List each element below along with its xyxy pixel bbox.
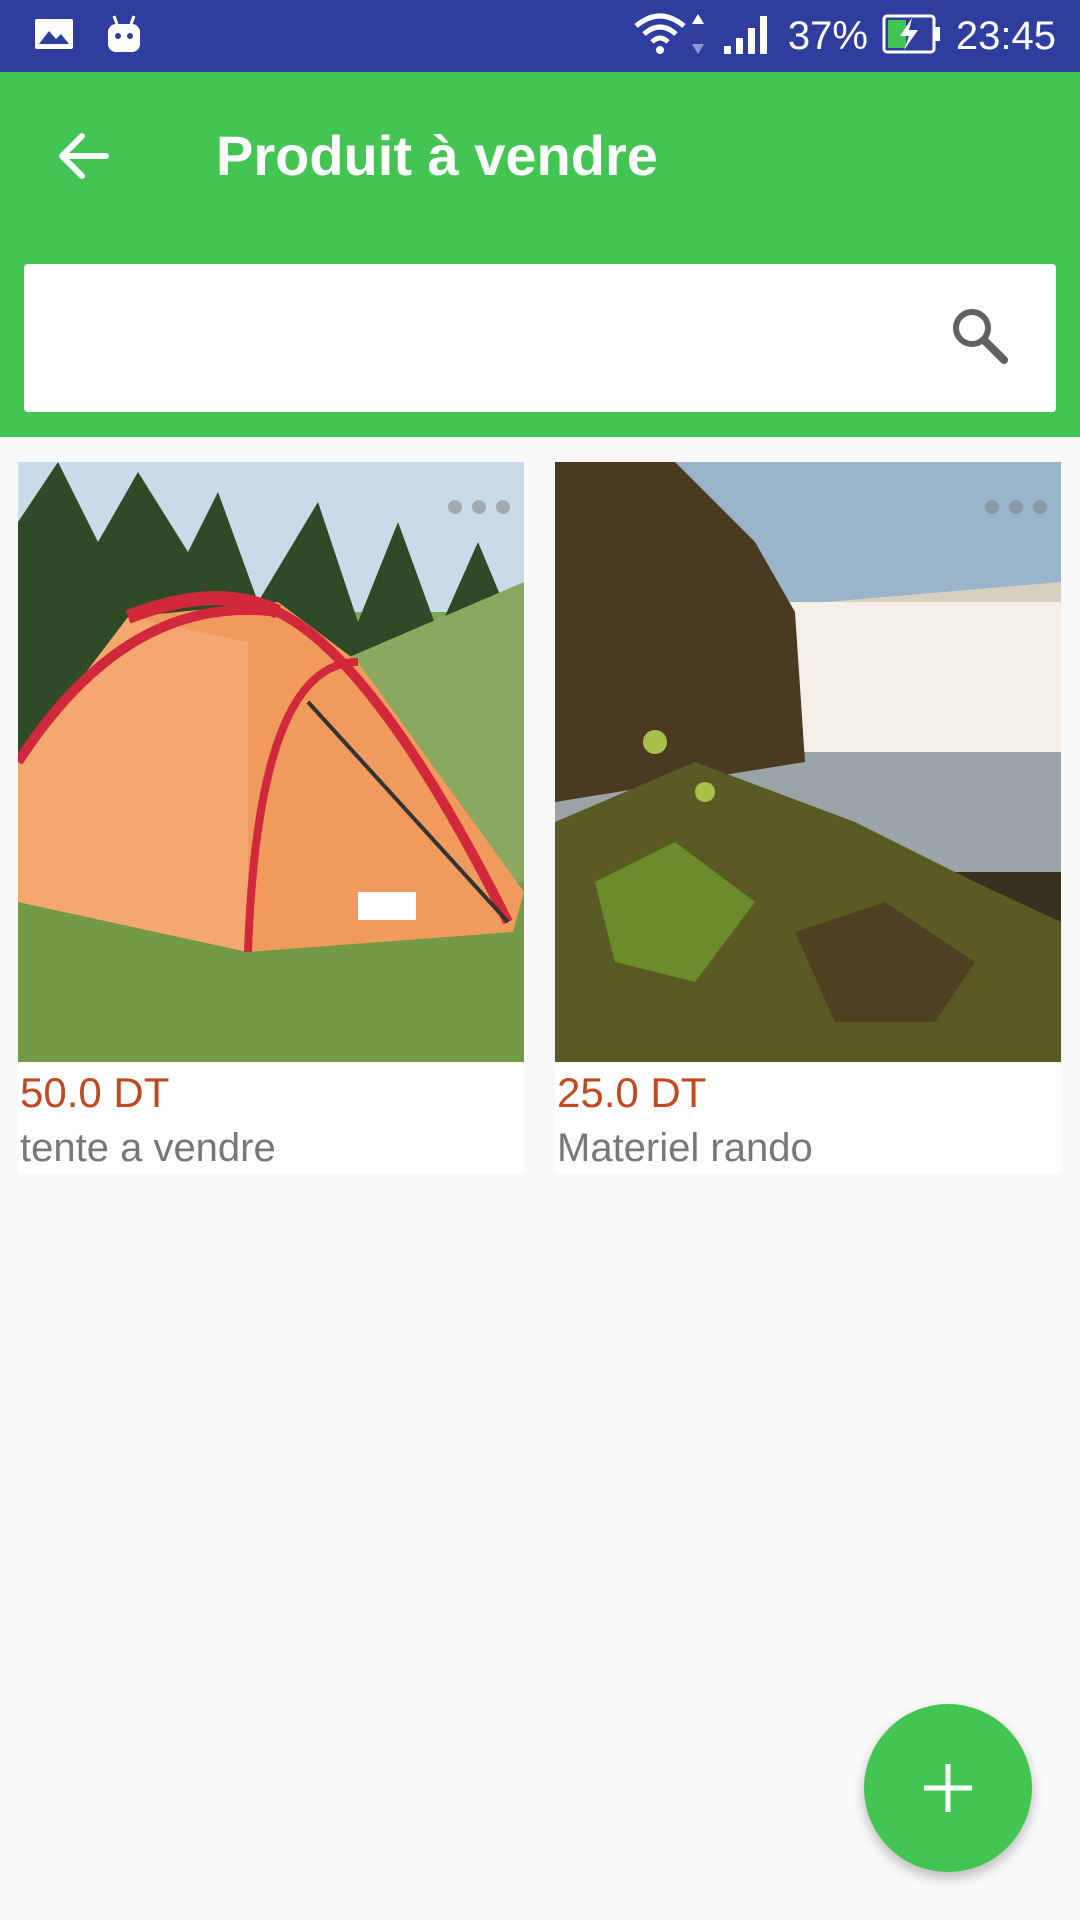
battery-percent: 37% [787, 13, 868, 58]
search-icon[interactable] [948, 304, 1012, 368]
more-options-icon[interactable] [985, 500, 1047, 514]
clock: 23:45 [955, 13, 1056, 58]
add-product-button[interactable] [864, 1704, 1032, 1872]
more-options-icon[interactable] [448, 500, 510, 514]
product-name: tente a vendre [20, 1126, 276, 1170]
battery-charging-icon [882, 14, 942, 59]
product-card[interactable]: 25.0 DT Materiel rando [555, 462, 1061, 1174]
android-icon [106, 14, 142, 59]
product-image [18, 462, 524, 1062]
product-price: 50.0 DT [20, 1069, 170, 1116]
product-name: Materiel rando [557, 1126, 813, 1170]
status-bar: 37% 23:45 [0, 0, 1080, 72]
gallery-icon [34, 18, 74, 55]
wifi-icon [632, 10, 708, 63]
app-bar: Produit à vendre [0, 72, 1080, 437]
arrow-back-icon [52, 133, 116, 192]
product-price: 25.0 DT [557, 1069, 707, 1116]
page-title: Produit à vendre [216, 124, 658, 187]
product-card[interactable]: 50.0 DT tente a vendre [18, 462, 524, 1174]
back-button[interactable] [52, 124, 116, 188]
search-bar [24, 264, 1056, 414]
signal-icon [722, 12, 774, 61]
search-input[interactable] [44, 264, 928, 414]
product-image [555, 462, 1061, 1062]
